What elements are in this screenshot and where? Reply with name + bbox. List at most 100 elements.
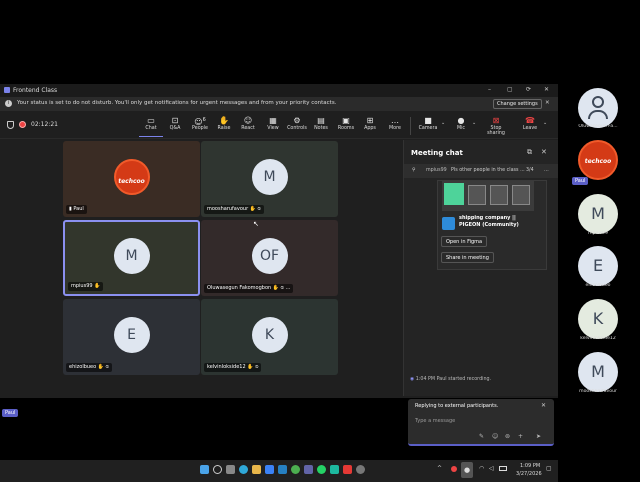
mic-chevron-icon[interactable]: ⌄ bbox=[472, 120, 476, 126]
leave-chevron-icon[interactable]: ⌄ bbox=[543, 120, 547, 126]
participant-tile[interactable]: M moosharufavour ✋ ⦸ bbox=[201, 141, 338, 217]
tray-mic-icon[interactable]: ● bbox=[461, 462, 473, 478]
clock-time[interactable]: 1:09 PM bbox=[520, 463, 540, 469]
vscode-icon[interactable] bbox=[278, 465, 287, 474]
popout-chat-icon[interactable]: ⧉ bbox=[527, 148, 532, 157]
notes-icon: ▤ bbox=[317, 116, 325, 125]
stop-sharing-button[interactable]: ⊠ Stop sharing bbox=[481, 115, 511, 137]
camera-button[interactable]: ■ Camera bbox=[415, 115, 441, 137]
start-icon[interactable] bbox=[200, 465, 209, 474]
tb-apps[interactable]: ⊞ Apps bbox=[358, 115, 382, 137]
volume-icon[interactable]: ◁ bbox=[489, 465, 494, 472]
explorer-icon[interactable] bbox=[252, 465, 261, 474]
avatar[interactable]: M bbox=[578, 352, 618, 392]
record-dot-icon: ◉ bbox=[410, 377, 415, 382]
mic-off-icon: ⦸ bbox=[280, 285, 284, 291]
tb-qa[interactable]: ⊡ Q&A bbox=[163, 115, 187, 137]
gif-icon[interactable]: ⊚ bbox=[505, 433, 510, 440]
open-in-figma-button[interactable]: Open in Figma bbox=[441, 236, 488, 247]
tb-controls[interactable]: ⚙ Controls bbox=[285, 115, 309, 137]
camera-chevron-icon[interactable]: ⌄ bbox=[441, 120, 445, 126]
popout-button[interactable]: ⟳ bbox=[526, 86, 531, 93]
participant-tile[interactable]: K kelvinlokside12 ✋ ⦸ bbox=[201, 299, 338, 375]
tb-notes[interactable]: ▤ Notes bbox=[309, 115, 333, 137]
tb-raise[interactable]: ✋ Raise bbox=[212, 115, 236, 137]
share-in-meeting-button[interactable]: Share in meeting bbox=[441, 252, 494, 263]
pinned-message-bar[interactable]: ⚲ mpius99 Pls other people in the class … bbox=[404, 164, 558, 178]
avatar: M bbox=[251, 159, 288, 195]
pinned-count: 3/4 bbox=[526, 168, 534, 173]
tray-recording-icon[interactable] bbox=[451, 466, 457, 472]
taskview-icon[interactable] bbox=[226, 465, 235, 474]
hand-icon: ✋ bbox=[249, 206, 256, 212]
participant-tile-active[interactable]: M mpius99 ✋ bbox=[63, 220, 200, 296]
notification-icon[interactable]: ▢ bbox=[546, 465, 552, 472]
wifi-icon[interactable]: ◠ bbox=[479, 465, 484, 472]
whatsapp-icon[interactable] bbox=[317, 465, 326, 474]
more-icon[interactable]: … bbox=[544, 164, 549, 178]
participant-tile[interactable]: E ehizolbueo ✋ ⦸ bbox=[63, 299, 200, 375]
send-icon[interactable]: ➤ bbox=[536, 433, 541, 440]
close-window-button[interactable]: ✕ bbox=[544, 86, 549, 93]
reply-label: Replying to external participants. bbox=[415, 403, 499, 409]
tb-people[interactable]: ☺6 People bbox=[188, 115, 212, 137]
emoji-icon[interactable]: ☺ bbox=[492, 433, 498, 440]
store-icon[interactable] bbox=[265, 465, 274, 474]
hand-icon: ✋ bbox=[94, 283, 101, 289]
participant-name: mpius99 ✋ bbox=[68, 282, 104, 291]
participant-tile-paul[interactable]: techcoo ▮ Paul bbox=[63, 141, 200, 217]
teams-icon[interactable] bbox=[304, 465, 313, 474]
change-settings-button[interactable]: Change settings bbox=[493, 99, 542, 109]
mic-button[interactable]: ● Mic bbox=[449, 115, 473, 137]
side-name-badge: Paul bbox=[572, 177, 589, 185]
camera-icon: ■ bbox=[424, 116, 432, 125]
settings-icon[interactable] bbox=[356, 465, 365, 474]
recording-icon bbox=[19, 121, 26, 128]
pinned-user: mpius99 bbox=[426, 168, 447, 173]
tb-view[interactable]: ▦ View bbox=[261, 115, 285, 137]
avatar[interactable] bbox=[578, 88, 618, 128]
clock-date[interactable]: 3/27/2026 bbox=[516, 471, 542, 477]
close-chat-icon[interactable]: ✕ bbox=[541, 148, 547, 156]
figma-preview-image bbox=[442, 181, 534, 211]
person-icon bbox=[592, 96, 604, 108]
logo-avatar[interactable]: techcoo bbox=[578, 140, 618, 180]
search-icon[interactable] bbox=[213, 465, 222, 474]
figma-icon bbox=[442, 217, 455, 230]
avatar[interactable]: M bbox=[578, 194, 618, 234]
windows-taskbar: ^ ● ◠ ◁ 1:09 PM 3/27/2026 ▢ bbox=[0, 460, 558, 482]
phone-hangup-icon: ☎ bbox=[525, 116, 535, 125]
participant-name: kelvinlokside12 ✋ ⦸ bbox=[204, 363, 262, 372]
format-icon[interactable]: ✎ bbox=[479, 433, 484, 440]
side-name: Oluwasegun Fa... bbox=[578, 124, 618, 129]
avatar: OF bbox=[251, 238, 288, 274]
participant-name: moosharufavour ✋ ⦸ bbox=[204, 205, 264, 214]
tb-react[interactable]: ☺ React bbox=[236, 115, 260, 137]
participant-tile[interactable]: OF Oluwasegun Fakomogbon ✋ ⦸ … bbox=[201, 220, 338, 296]
apps-icon: ⊞ bbox=[366, 116, 374, 125]
minimize-button[interactable]: – bbox=[488, 86, 491, 93]
side-name: kelvinlokside12 bbox=[580, 336, 616, 341]
app-icon[interactable] bbox=[330, 465, 339, 474]
tb-chat[interactable]: ▭ Chat bbox=[139, 115, 163, 137]
participant-sidebar: Oluwasegun Fa... techcoo Paul M mpius99 … bbox=[570, 86, 630, 406]
tb-rooms[interactable]: ▣ Rooms bbox=[334, 115, 358, 137]
restore-button[interactable]: ▢ bbox=[507, 86, 513, 93]
leave-button[interactable]: ☎ Leave bbox=[518, 115, 542, 137]
message-input[interactable]: Type a message bbox=[415, 418, 455, 424]
avatar[interactable]: K bbox=[578, 299, 618, 339]
close-banner-icon[interactable]: ✕ bbox=[545, 100, 550, 106]
participant-name: ▮ Paul bbox=[66, 205, 87, 214]
close-reply-icon[interactable]: ✕ bbox=[541, 402, 546, 409]
dnd-text: Your status is set to do not disturb. Yo… bbox=[17, 100, 337, 106]
youtube-icon[interactable] bbox=[343, 465, 352, 474]
avatar[interactable]: E bbox=[578, 246, 618, 286]
chrome-icon[interactable] bbox=[291, 465, 300, 474]
tb-more[interactable]: … More bbox=[383, 115, 407, 137]
edge-icon[interactable] bbox=[239, 465, 248, 474]
battery-icon[interactable] bbox=[499, 466, 507, 471]
attach-icon[interactable]: + bbox=[518, 433, 523, 440]
tray-chevron-icon[interactable]: ^ bbox=[437, 465, 442, 472]
meeting-toolbar: 02:12:21 ▭ Chat ⊡ Q&A ☺6 People ✋ Raise ☺ Rea… bbox=[0, 111, 558, 139]
participant-name: Oluwasegun Fakomogbon ✋ ⦸ … bbox=[204, 284, 294, 293]
